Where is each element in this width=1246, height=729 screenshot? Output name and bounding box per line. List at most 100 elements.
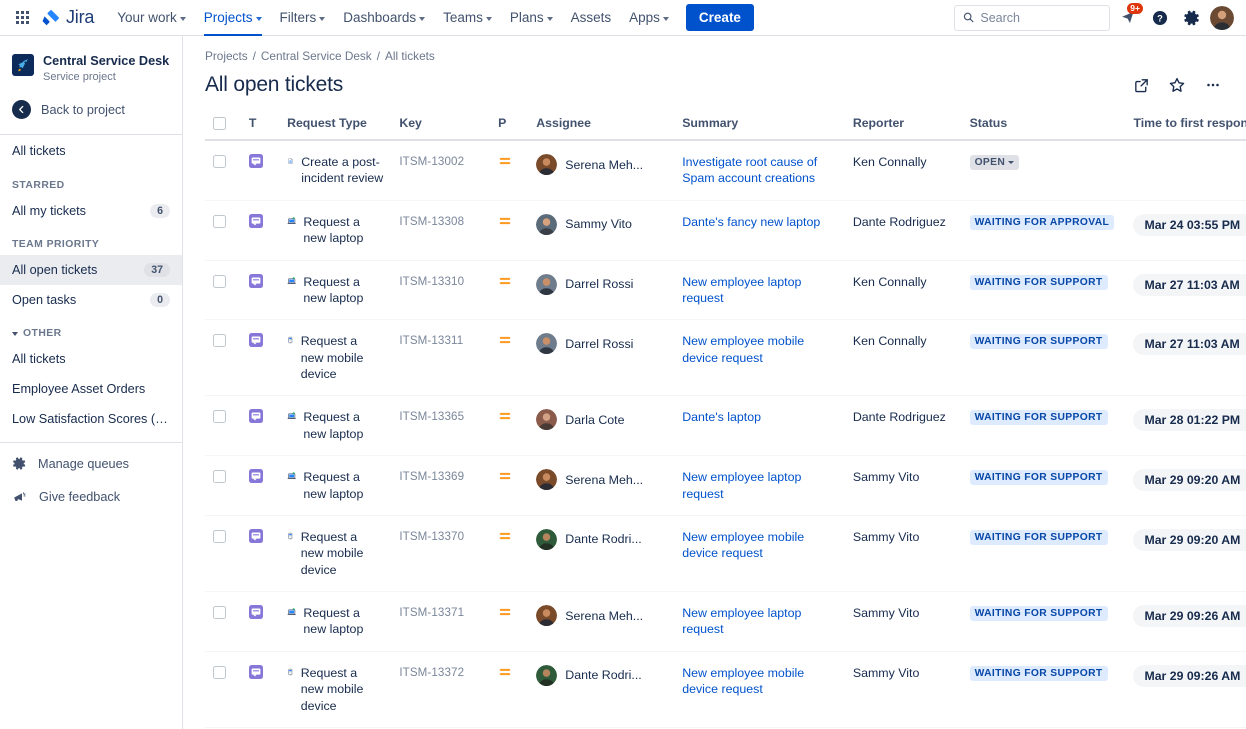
status-badge[interactable]: WAITING FOR SUPPORT [970,606,1108,621]
sidebar-item-employee-asset-orders[interactable]: Employee Asset Orders [0,374,182,404]
issue-key-link[interactable]: ITSM-13369 [399,470,464,483]
star-icon[interactable] [1164,72,1190,98]
table-row[interactable]: Request a new mobile deviceITSM-13370Dan… [205,515,1246,591]
nav-item-your-work[interactable]: Your work [108,0,195,36]
project-header[interactable]: Central Service Desk Service project [0,46,182,85]
breadcrumb-all-tickets[interactable]: All tickets [385,49,435,63]
row-checkbox[interactable] [213,215,226,228]
row-checkbox[interactable] [213,410,226,423]
th-type[interactable]: T [241,113,279,140]
summary-link[interactable]: New employee mobile device request [682,665,837,698]
th-request-type[interactable]: Request Type [279,113,391,140]
issue-key-link[interactable]: ITSM-13311 [399,334,463,347]
issue-key-link[interactable]: ITSM-13365 [399,410,464,423]
status-badge[interactable]: WAITING FOR SUPPORT [970,334,1108,349]
sidebar-item-label: Low Satisfaction Scores (P... [12,412,170,426]
time-to-first-response-value: Mar 29 09:26 AM✓ [1133,605,1246,627]
issue-key-link[interactable]: ITSM-13370 [399,530,464,543]
sidebar-item-low-satisfaction-scores[interactable]: Low Satisfaction Scores (P... [0,404,182,434]
summary-link[interactable]: Dante's fancy new laptop [682,214,837,230]
th-priority[interactable]: P [490,113,528,140]
nav-item-apps[interactable]: Apps [620,0,678,36]
cell-summary: New employee laptop request [674,260,845,320]
table-row[interactable]: Request a new laptopITSM-13365Darla Cote… [205,396,1246,456]
issue-key-link[interactable]: ITSM-13310 [399,275,464,288]
row-checkbox[interactable] [213,606,226,619]
sidebar-item-open-tasks[interactable]: Open tasks 0 [0,285,182,315]
th-summary[interactable]: Summary [674,113,845,140]
settings-button[interactable] [1178,4,1206,32]
app-switcher-icon[interactable] [8,4,36,32]
summary-link[interactable]: New employee mobile device request [682,333,837,366]
status-badge[interactable]: WAITING FOR SUPPORT [970,530,1108,545]
breadcrumb-central-service-desk[interactable]: Central Service Desk [261,49,372,63]
row-checkbox[interactable] [213,470,226,483]
th-status[interactable]: Status [962,113,1126,140]
table-row[interactable]: Request a new laptopITSM-13308Sammy Vito… [205,200,1246,260]
nav-item-dashboards[interactable]: Dashboards [334,0,434,36]
notifications-button[interactable]: 9+ [1114,4,1142,32]
row-checkbox[interactable] [213,155,226,168]
row-checkbox[interactable] [213,530,226,543]
breadcrumb-projects[interactable]: Projects [205,49,248,63]
summary-link[interactable]: New employee mobile device request [682,529,837,562]
issue-key-link[interactable]: ITSM-13371 [399,606,464,619]
table-row[interactable]: Create a post-incident reviewITSM-13002S… [205,140,1246,200]
issue-key-link[interactable]: ITSM-13002 [399,155,464,168]
back-to-project-button[interactable]: Back to project [0,91,182,128]
cell-key: ITSM-13369 [391,456,490,516]
select-all-checkbox[interactable] [213,117,226,130]
search-input[interactable] [980,11,1101,25]
sidebar-item-all-tickets[interactable]: All tickets [0,344,182,374]
status-badge[interactable]: OPEN [970,155,1020,170]
summary-link[interactable]: Dante's laptop [682,409,837,425]
page-title-row: All open tickets [205,72,1246,98]
summary-link[interactable]: Investigate root cause of Spam account c… [682,154,837,187]
table-row[interactable]: Request a new laptopITSM-13310Darrel Ros… [205,260,1246,320]
manage-queues-button[interactable]: Manage queues [0,447,182,480]
sidebar-item-all-open-tickets[interactable]: All open tickets 37 [0,255,182,285]
th-key[interactable]: Key [391,113,490,140]
sidebar-section-other[interactable]: OTHER [0,315,182,344]
th-reporter[interactable]: Reporter [845,113,962,140]
service-request-type-icon [249,154,263,168]
cell-key: ITSM-13002 [391,140,490,200]
table-row[interactable]: Request a new laptopITSM-13371Serena Meh… [205,592,1246,652]
th-assignee[interactable]: Assignee [528,113,674,140]
breadcrumb: Projects / Central Service Desk / All ti… [205,49,1246,63]
status-badge[interactable]: WAITING FOR SUPPORT [970,470,1108,485]
help-button[interactable]: ? [1146,4,1174,32]
summary-link[interactable]: New employee laptop request [682,605,837,638]
status-badge[interactable]: WAITING FOR SUPPORT [970,666,1108,681]
create-button[interactable]: Create [686,4,754,31]
nav-item-teams[interactable]: Teams [434,0,501,36]
jira-logo[interactable]: Jira [42,7,94,28]
nav-item-filters[interactable]: Filters [271,0,335,36]
table-row[interactable]: Request a new mobile deviceITSM-13311Dar… [205,320,1246,396]
row-checkbox[interactable] [213,666,226,679]
sidebar-all-tickets-link[interactable]: All tickets [0,135,182,167]
th-time-to-first-response[interactable]: Time to first response [1125,113,1246,140]
sidebar-item-all-my-tickets[interactable]: All my tickets 6 [0,196,182,226]
give-feedback-button[interactable]: Give feedback [0,480,182,514]
status-badge[interactable]: WAITING FOR SUPPORT [970,410,1108,425]
summary-link[interactable]: New employee laptop request [682,469,837,502]
more-options-icon[interactable] [1200,72,1226,98]
cell-status: WAITING FOR SUPPORT [962,592,1126,652]
table-row[interactable]: Request a new laptopITSM-13369Serena Meh… [205,456,1246,516]
nav-item-assets[interactable]: Assets [562,0,621,36]
status-badge[interactable]: WAITING FOR SUPPORT [970,275,1108,290]
status-badge[interactable]: WAITING FOR APPROVAL [970,215,1115,230]
nav-item-projects[interactable]: Projects [195,0,271,36]
issue-key-link[interactable]: ITSM-13372 [399,666,464,679]
issue-key-link[interactable]: ITSM-13308 [399,215,464,228]
user-avatar[interactable] [1210,6,1234,30]
row-checkbox[interactable] [213,334,226,347]
nav-item-plans[interactable]: Plans [501,0,562,36]
share-icon[interactable] [1128,72,1154,98]
priority-medium-icon [498,605,512,619]
row-checkbox[interactable] [213,275,226,288]
search-box[interactable] [954,5,1110,31]
summary-link[interactable]: New employee laptop request [682,274,837,307]
table-row[interactable]: Request a new mobile deviceITSM-13372Dan… [205,651,1246,727]
